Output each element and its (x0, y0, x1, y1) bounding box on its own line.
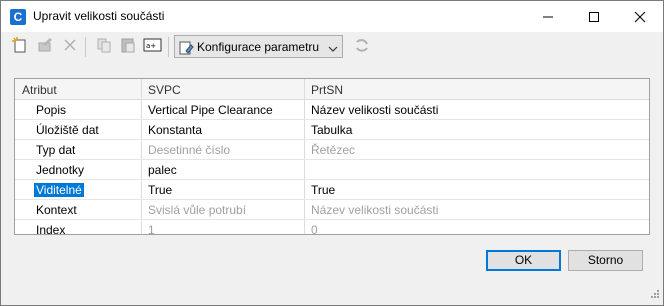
table-row[interactable]: Index 1 0 (15, 220, 649, 239)
grid-header: Atribut SVPC PrtSN (15, 79, 649, 100)
svpc-cell[interactable]: True (148, 183, 172, 197)
prtsn-cell[interactable]: True (311, 183, 335, 197)
toolbar: a+ Konfigurace parametru (1, 32, 663, 62)
close-button[interactable] (617, 1, 663, 32)
rename-icon[interactable]: a+ (143, 36, 162, 54)
toolbar-separator (85, 37, 86, 57)
prtsn-cell[interactable]: Tabulka (311, 123, 352, 137)
toolbar-separator (168, 37, 169, 57)
title-bar: C Upravit velikosti součásti (1, 1, 663, 32)
svpc-cell[interactable]: Konstanta (148, 123, 202, 137)
attribute-cell: Popis (36, 103, 67, 117)
prtsn-cell: Název velikosti součásti (311, 203, 439, 217)
minimize-button[interactable] (525, 1, 571, 32)
attribute-cell-selected[interactable]: Viditelné (34, 183, 84, 197)
close-icon (634, 11, 646, 23)
new-icon[interactable] (11, 36, 29, 54)
refresh-icon (353, 36, 371, 54)
column-header-attribute: Atribut (22, 83, 57, 97)
copy-icon (95, 36, 113, 54)
attribute-cell: Jednotky (36, 163, 85, 177)
svpc-cell: 1 (148, 223, 155, 237)
attribute-grid: Atribut SVPC PrtSN Popis Vertical Pipe C… (14, 78, 650, 237)
table-row[interactable]: Popis Vertical Pipe Clearance Název veli… (15, 100, 649, 120)
delete-icon (61, 36, 79, 54)
column-header-svpc: SVPC (148, 83, 181, 97)
svpc-cell: Desetinné číslo (148, 143, 231, 157)
resize-grip-icon[interactable] (650, 288, 660, 302)
chevron-down-icon (328, 42, 338, 56)
maximize-icon (589, 12, 599, 22)
table-row-selected[interactable]: Viditelné True True (15, 180, 649, 200)
window-title: Upravit velikosti součásti (33, 9, 165, 23)
cancel-button[interactable]: Storno (568, 250, 643, 271)
ok-button[interactable]: OK (486, 250, 561, 271)
configuration-icon (178, 39, 194, 58)
attribute-cell: Úložiště dat (36, 123, 99, 137)
prtsn-cell[interactable]: Název velikosti součásti (311, 103, 438, 117)
minimize-icon (543, 16, 553, 18)
table-row[interactable]: Kontext Svislá vůle potrubí Název veliko… (15, 200, 649, 220)
table-row[interactable]: Jednotky palec (15, 160, 649, 180)
edit-icon (36, 36, 54, 54)
svg-text:a+: a+ (146, 42, 156, 50)
maximize-button[interactable] (571, 1, 617, 32)
table-row[interactable]: Typ dat Desetinné číslo Řetězec (15, 140, 649, 160)
app-icon: C (10, 9, 26, 25)
parameter-configuration-dropdown[interactable]: Konfigurace parametru (174, 35, 343, 58)
svpc-cell: Svislá vůle potrubí (148, 203, 247, 217)
paste-icon (119, 36, 137, 54)
column-header-prtsn: PrtSN (311, 83, 344, 97)
svpc-cell[interactable]: Vertical Pipe Clearance (148, 103, 273, 117)
table-row[interactable]: Úložiště dat Konstanta Tabulka (15, 120, 649, 140)
attribute-cell: Typ dat (36, 143, 76, 157)
prtsn-cell: 0 (311, 223, 318, 237)
attribute-cell: Kontext (36, 203, 77, 217)
dialog-window: C Upravit velikosti součásti a+ Konfigur… (0, 0, 664, 306)
configuration-label: Konfigurace parametru (197, 40, 320, 54)
attribute-cell: Index (36, 223, 66, 237)
prtsn-cell: Řetězec (311, 143, 356, 157)
svpc-cell[interactable]: palec (148, 163, 177, 177)
